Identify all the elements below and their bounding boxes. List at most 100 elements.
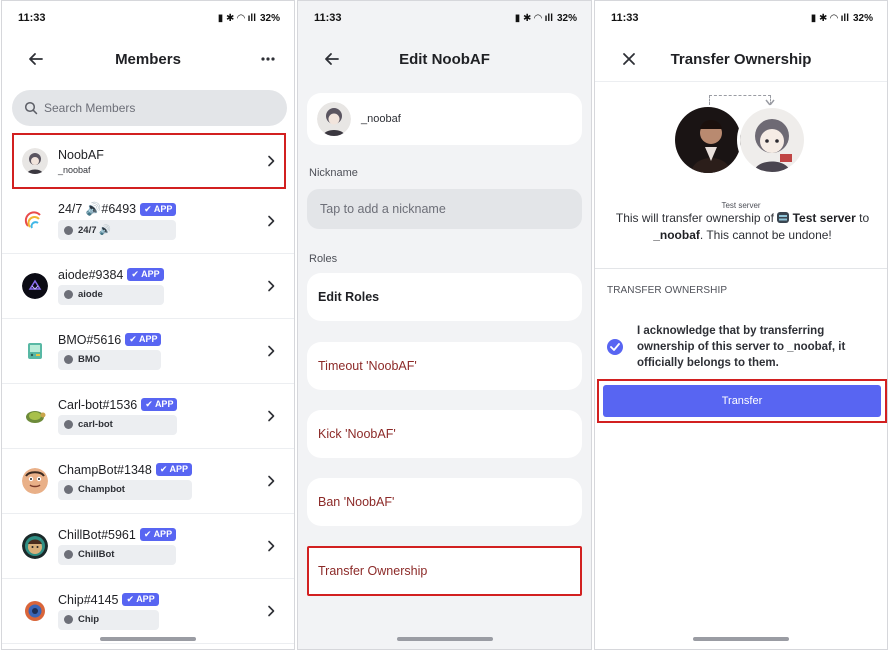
avatar xyxy=(317,102,351,136)
timeout-button[interactable]: Timeout 'NoobAF' xyxy=(307,342,582,390)
member-info: 24/7 🔊#6493 ✔ APP 24/7 🔊 xyxy=(58,202,177,240)
user-card: _noobaf xyxy=(307,93,582,145)
role-chip: carl-bot xyxy=(58,414,178,435)
transfer-ownership-label: Transfer Ownership xyxy=(318,564,428,578)
role-dot-icon xyxy=(64,420,73,429)
ban-button[interactable]: Ban 'NoobAF' xyxy=(307,478,582,526)
member-row-chip[interactable]: Chip#4145 ✔ APP Chip xyxy=(2,579,294,644)
edit-header: Edit NoobAF xyxy=(298,39,591,79)
app-badge: ✔ APP xyxy=(141,398,178,411)
edit-roles-label: Edit Roles xyxy=(318,290,380,304)
username: _noobaf xyxy=(361,113,401,125)
members-screen: 11:33 ▮ ✱ ◠ ıll 32% Members Search Membe… xyxy=(1,0,295,650)
status-icons: ▮ ✱ ◠ ıll 32% xyxy=(218,13,280,24)
status-icons: ▮ ✱ ◠ ıll 32% xyxy=(811,13,873,24)
members-header: Members xyxy=(2,39,294,79)
status-time: 11:33 xyxy=(18,12,46,24)
edit-roles-button[interactable]: Edit Roles xyxy=(307,273,582,321)
member-info: Chip#4145 ✔ APP Chip xyxy=(58,593,159,630)
member-row-chillbot[interactable]: ChillBot#5961 ✔ APP ChillBot xyxy=(2,514,294,579)
member-username: _noobaf xyxy=(58,164,91,175)
chevron-right-icon xyxy=(268,280,275,292)
timeout-label: Timeout 'NoobAF' xyxy=(318,359,417,373)
battery-level: 32% xyxy=(852,12,873,24)
acknowledge-checkbox[interactable] xyxy=(607,339,623,355)
member-row-champbot[interactable]: ChampBot#1348 ✔ APP Champbot xyxy=(2,449,294,514)
member-info: BMO#5616 ✔ APP BMO xyxy=(58,332,162,370)
transfer-direction-line xyxy=(709,95,771,105)
status-bar: 11:33 ▮ ✱ ◠ ıll 32% xyxy=(595,1,887,35)
role-dot-icon xyxy=(64,355,73,364)
member-info: ChampBot#1348 ✔ APP Champbot xyxy=(58,463,193,500)
chevron-right-icon xyxy=(268,215,275,227)
search-bar[interactable] xyxy=(12,90,287,126)
warning-suffix: . This cannot be undone! xyxy=(699,228,832,242)
acknowledge-option[interactable]: I acknowledge that by transferring owner… xyxy=(607,323,877,371)
role-dot-icon xyxy=(64,485,73,494)
warning-prefix: This will transfer ownership of xyxy=(615,211,774,225)
transfer-button[interactable]: Transfer xyxy=(603,385,881,417)
transfer-button-highlight: Transfer xyxy=(597,379,887,423)
chevron-right-icon xyxy=(268,155,275,167)
avatar xyxy=(22,533,48,559)
acknowledge-text: I acknowledge that by transferring owner… xyxy=(637,325,846,369)
chevron-right-icon xyxy=(268,410,275,422)
server-caption: Test server xyxy=(721,201,761,210)
transfer-ownership-screen: 11:33 ▮ ✱ ◠ ıll 32% Transfer Ownership T… xyxy=(594,0,888,650)
transfer-ownership-button[interactable]: Transfer Ownership xyxy=(307,546,582,596)
kick-button[interactable]: Kick 'NoobAF' xyxy=(307,410,582,458)
member-row-aiode[interactable]: aiode#9384 ✔ APP aiode xyxy=(2,254,294,319)
check-icon xyxy=(610,343,620,351)
warning-to: to xyxy=(859,211,870,225)
role-dot-icon xyxy=(64,225,73,235)
avatar xyxy=(22,338,48,364)
member-row-noobaf[interactable]: NoobAF _noobaf xyxy=(12,133,286,189)
member-row-247[interactable]: 24/7 🔊#6493 ✔ APP 24/7 🔊 xyxy=(2,189,294,254)
close-icon xyxy=(623,53,635,65)
role-dot-icon xyxy=(64,550,73,559)
search-input[interactable] xyxy=(44,101,264,115)
app-badge: ✔ APP xyxy=(127,268,164,281)
member-row-carlbot[interactable]: Carl-bot#1536 ✔ APP carl-bot xyxy=(2,384,294,449)
signal-icons: ▮ ✱ ◠ ıll xyxy=(810,12,849,24)
kick-label: Kick 'NoobAF' xyxy=(318,427,396,441)
server-icon xyxy=(777,212,790,223)
role-dot-icon xyxy=(64,615,73,624)
back-arrow-icon xyxy=(325,53,339,65)
back-arrow-icon xyxy=(29,53,43,65)
chevron-right-icon xyxy=(268,540,275,552)
member-name: 24/7 🔊#6493 xyxy=(58,202,137,216)
member-row-bmo[interactable]: BMO#5616 ✔ APP BMO xyxy=(2,319,294,384)
member-name: BMO#5616 xyxy=(58,332,122,347)
avatar xyxy=(22,208,48,234)
role-chip: 24/7 🔊 xyxy=(58,220,177,240)
member-name: Chip#4145 xyxy=(58,592,119,607)
signal-icons: ▮ ✱ ◠ ıll xyxy=(217,12,256,24)
member-info: aiode#9384 ✔ APP aiode xyxy=(58,268,164,305)
home-indicator[interactable] xyxy=(693,637,789,641)
battery-level: 32% xyxy=(259,12,280,24)
role-chip: ChillBot xyxy=(58,544,177,565)
page-title: Edit NoobAF xyxy=(399,50,490,68)
status-bar: 11:33 ▮ ✱ ◠ ıll 32% xyxy=(298,1,591,35)
member-name: NoobAF xyxy=(58,147,104,162)
role-dot-icon xyxy=(64,290,73,299)
back-button[interactable] xyxy=(320,47,344,71)
target-user: _noobaf xyxy=(653,228,700,242)
home-indicator[interactable] xyxy=(396,637,493,641)
nickname-input[interactable] xyxy=(307,189,582,229)
avatar xyxy=(22,273,48,299)
signal-icons: ▮ ✱ ◠ ıll xyxy=(514,12,553,24)
home-indicator[interactable] xyxy=(100,637,196,641)
close-button[interactable] xyxy=(617,47,641,71)
more-options-button[interactable] xyxy=(256,47,280,71)
status-icons: ▮ ✱ ◠ ıll 32% xyxy=(515,13,577,24)
roles-label: Roles xyxy=(309,253,338,265)
status-time: 11:33 xyxy=(314,12,342,24)
chevron-right-icon xyxy=(268,605,275,617)
section-title: TRANSFER OWNERSHIP xyxy=(607,285,728,296)
chevron-right-icon xyxy=(268,475,275,487)
back-button[interactable] xyxy=(24,47,48,71)
page-title: Members xyxy=(115,50,181,68)
role-chip: aiode xyxy=(58,284,164,305)
